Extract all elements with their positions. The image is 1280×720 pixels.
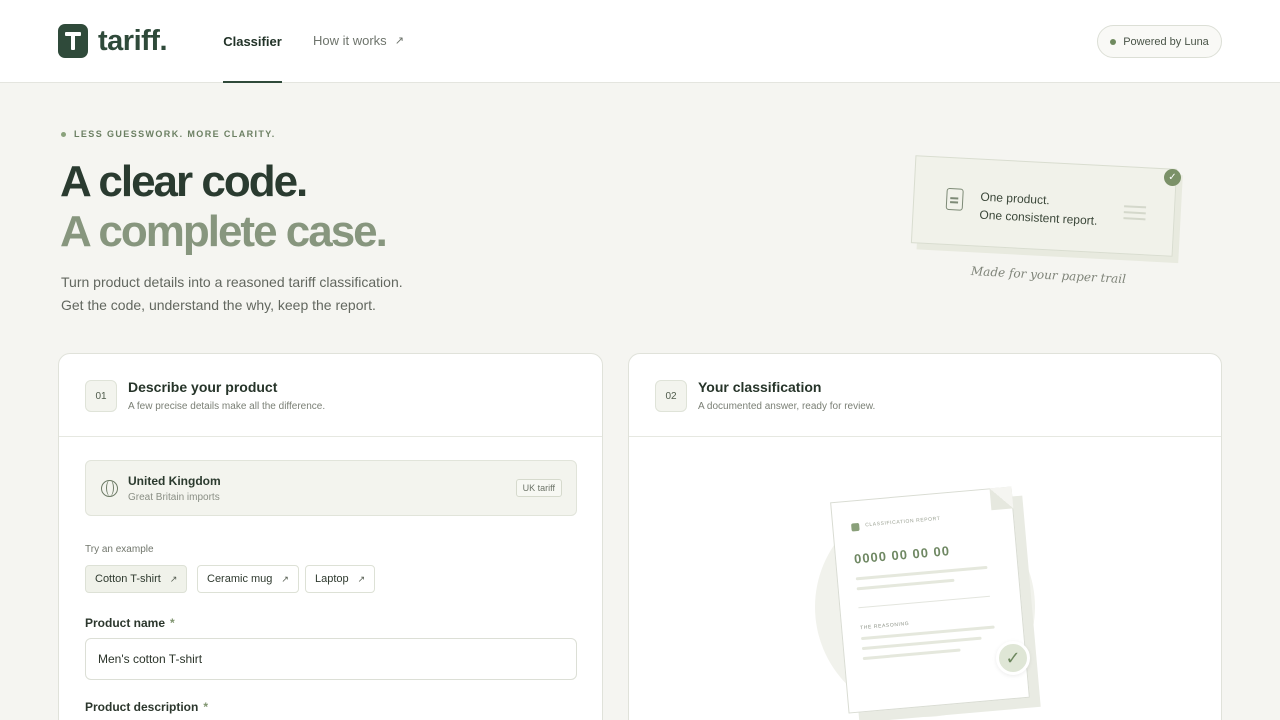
report-code-placeholder: 0000 00 00 00: [853, 543, 951, 567]
example-chip-laptop[interactable]: Laptop ↗: [305, 565, 376, 593]
classification-panel-header: 02 Your classification A documented answ…: [629, 354, 1221, 437]
paper-caption: Made for your paper trail: [970, 264, 1127, 287]
report-illustration: CLASSIFICATION REPORT 0000 00 00 00 THE …: [830, 486, 1041, 720]
tariff-badge: UK tariff: [515, 479, 562, 497]
product-name-label-text: Product name: [85, 616, 166, 630]
example-chip-label: Cotton T-shirt: [95, 573, 161, 585]
globe-icon: [101, 480, 118, 497]
paper-sheet: One product. One consistent report.: [910, 155, 1178, 257]
step-number: 02: [655, 380, 687, 412]
classification-panel: 02 Your classification A documented answ…: [628, 353, 1222, 720]
example-chip-label: Ceramic mug: [207, 573, 273, 585]
paper-line-1: One product.: [980, 189, 1051, 208]
country-name: United Kingdom: [128, 474, 221, 488]
product-name-label: Product name *: [85, 616, 175, 630]
arrow-up-right-icon: ↗: [357, 573, 366, 584]
hero-lede-line-1: Turn product details into a reasoned tar…: [61, 274, 403, 290]
report-paper-card: One product. One consistent report.: [910, 155, 1183, 264]
hero-headline-primary: A clear code.: [60, 157, 308, 206]
panel-title: Your classification: [698, 379, 822, 395]
arrow-up-right-icon: ↗: [281, 573, 289, 584]
eyebrow-text: LESS GUESSWORK. MORE CLARITY.: [74, 129, 276, 139]
report-text-line: [856, 578, 955, 591]
report-text-line: [862, 648, 961, 661]
panel-title: Describe your product: [128, 379, 278, 395]
example-chip-label: Laptop: [315, 573, 349, 585]
top-navigation-bar: tariff. Classifier How it works ↗ Powere…: [0, 0, 1280, 83]
examples-label: Try an example: [85, 544, 154, 555]
tariff-logo[interactable]: tariff.: [58, 24, 168, 58]
required-marker: *: [203, 700, 209, 714]
logo-text: tariff.: [98, 24, 168, 57]
product-description-label: Product description *: [85, 700, 208, 714]
step-number: 01: [85, 380, 117, 412]
report-reasoning-label: THE REASONING: [859, 620, 910, 632]
hero-lede-line-2: Get the code, understand the why, keep t…: [61, 297, 376, 313]
country-subtitle: Great Britain imports: [128, 492, 220, 503]
check-badge-icon: ✓: [1164, 169, 1181, 186]
status-dot-icon: [1110, 38, 1117, 45]
paper-line-2: One consistent report.: [979, 207, 1098, 228]
product-name-input[interactable]: Men's cotton T-shirt: [85, 638, 577, 680]
describe-panel-header: 01 Describe your product A few precise d…: [59, 354, 602, 437]
product-description-label-text: Product description: [85, 700, 199, 714]
country-selector[interactable]: United Kingdom Great Britain imports UK …: [85, 460, 577, 516]
example-chip-cotton-tshirt[interactable]: Cotton T-shirt ↗: [85, 565, 188, 593]
report-text-line: [861, 636, 982, 651]
report-divider: [858, 595, 990, 609]
report-title: CLASSIFICATION REPORT: [864, 515, 941, 529]
arrow-up-right-icon: ↗: [169, 573, 178, 584]
hero-headline-secondary: A complete case.: [60, 207, 388, 256]
report-logo-icon: [851, 522, 860, 532]
report-sheet: CLASSIFICATION REPORT 0000 00 00 00 THE …: [830, 486, 1030, 714]
powered-by-badge: Powered by Luna: [1097, 25, 1222, 58]
required-marker: *: [170, 616, 175, 630]
logo-t-icon: [58, 24, 88, 58]
external-arrow-icon: ↗: [394, 35, 404, 47]
nav-link-how-it-works[interactable]: How it works ↗: [313, 33, 404, 48]
nav-link-how-it-works-label: How it works: [313, 33, 387, 48]
document-icon: [945, 187, 964, 211]
eyebrow-dot-icon: [61, 131, 66, 137]
nav-tab-classifier[interactable]: Classifier: [223, 0, 282, 83]
panel-subtitle: A documented answer, ready for review.: [698, 401, 876, 412]
text-lines-icon: [1124, 205, 1147, 209]
hero-eyebrow: LESS GUESSWORK. MORE CLARITY.: [61, 129, 276, 139]
describe-product-panel: 01 Describe your product A few precise d…: [58, 353, 603, 720]
panel-subtitle: A few precise details make all the diffe…: [128, 401, 326, 412]
example-chip-ceramic-mug[interactable]: Ceramic mug ↗: [197, 565, 299, 593]
report-text-line: [855, 565, 988, 581]
checkmark-icon: ✓: [996, 641, 1030, 675]
powered-by-label: Powered by Luna: [1123, 35, 1209, 48]
